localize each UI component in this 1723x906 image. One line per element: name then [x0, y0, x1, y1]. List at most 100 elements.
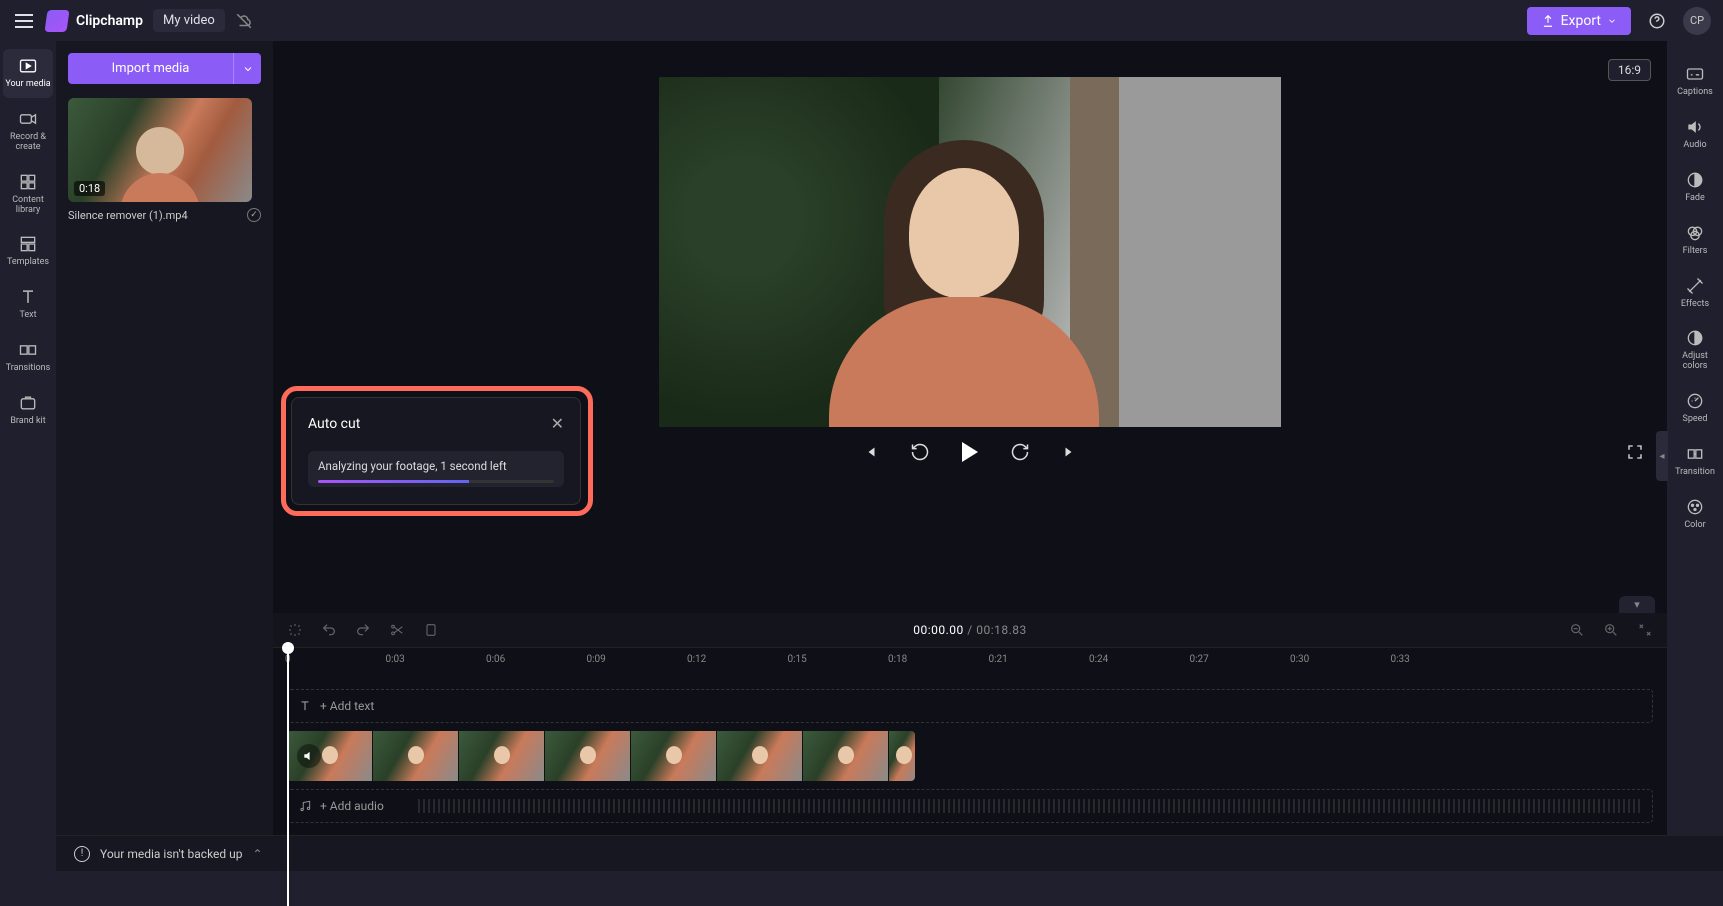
timeline-tools: ▾ 00:00.00 / 00:18.83: [273, 613, 1667, 647]
forward-button[interactable]: [1008, 440, 1032, 464]
split-button[interactable]: [387, 620, 407, 640]
clip-filename: Silence remover (1).mp4: [68, 209, 188, 222]
text-icon: [298, 699, 312, 713]
progress-status: Analyzing your footage, 1 second left: [318, 459, 554, 473]
zoom-in-button[interactable]: [1601, 620, 1621, 640]
skip-end-button[interactable]: [1058, 440, 1082, 464]
rail-captions[interactable]: Captions: [1669, 57, 1721, 106]
project-name[interactable]: My video: [153, 9, 225, 32]
menu-button[interactable]: [12, 9, 36, 33]
right-panel-expand[interactable]: ◂: [1656, 431, 1668, 481]
audio-track[interactable]: + Add audio: [287, 789, 1653, 823]
nav-templates[interactable]: Templates: [3, 227, 53, 276]
timeline-collapse-button[interactable]: ▾: [1619, 596, 1655, 613]
contrast-icon: [1684, 327, 1706, 349]
video-track-clip[interactable]: [287, 731, 915, 781]
zoom-fit-button[interactable]: [1635, 620, 1655, 640]
rail-adjust-colors[interactable]: Adjust colors: [1669, 321, 1721, 380]
rail-speed[interactable]: Speed: [1669, 384, 1721, 433]
captions-icon: [1684, 63, 1706, 85]
footer-expand-icon[interactable]: ⌃: [253, 847, 263, 861]
ruler-tick: 0:30: [1290, 654, 1309, 665]
left-nav-rail: Your media Record & create Content libra…: [0, 41, 56, 871]
clip-audio-icon[interactable]: [297, 744, 321, 768]
skip-start-button[interactable]: [858, 440, 882, 464]
media-clip-thumbnail[interactable]: 0:18: [68, 98, 252, 202]
templates-icon: [17, 233, 39, 255]
text-icon: [17, 286, 39, 308]
logo-icon: [44, 10, 69, 32]
ruler-tick: 0:21: [989, 654, 1008, 665]
text-track[interactable]: + Add text: [287, 689, 1653, 723]
zoom-out-button[interactable]: [1567, 620, 1587, 640]
rail-effects[interactable]: Effects: [1669, 269, 1721, 318]
rail-audio[interactable]: Audio: [1669, 110, 1721, 159]
nav-your-media[interactable]: Your media: [3, 49, 53, 98]
speaker-icon: [1684, 116, 1706, 138]
media-icon: [17, 55, 39, 77]
nav-text[interactable]: Text: [3, 280, 53, 329]
fullscreen-button[interactable]: [1623, 440, 1647, 464]
main-area: 16:9 Auto cut ✕ Analyzing your footage, …: [273, 41, 1667, 871]
play-button[interactable]: [958, 440, 982, 464]
nav-content-library[interactable]: Content library: [3, 165, 53, 224]
timeline-ruler[interactable]: 00:030:060:090:120:150:180:210:240:270:3…: [273, 647, 1667, 679]
undo-button[interactable]: [319, 620, 339, 640]
import-dropdown-button[interactable]: [233, 53, 261, 84]
backup-message: Your media isn't backed up: [100, 847, 243, 861]
user-avatar[interactable]: CP: [1683, 7, 1711, 35]
color-icon: [1684, 496, 1706, 518]
popup-close-button[interactable]: ✕: [551, 414, 564, 433]
auto-cut-popup: Auto cut ✕ Analyzing your footage, 1 sec…: [291, 397, 581, 505]
footer-bar: ! Your media isn't backed up ⌃: [56, 835, 1723, 871]
library-icon: [17, 171, 39, 193]
export-button[interactable]: Export: [1527, 7, 1631, 35]
fade-icon: [1684, 169, 1706, 191]
transition-icon: [1684, 443, 1706, 465]
music-icon: [298, 799, 312, 813]
help-button[interactable]: [1643, 7, 1671, 35]
rewind-button[interactable]: [908, 440, 932, 464]
rail-transition[interactable]: Transition: [1669, 437, 1721, 486]
ruler-tick: 0:33: [1391, 654, 1410, 665]
ruler-tick: 0:06: [486, 654, 505, 665]
app-logo[interactable]: Clipchamp: [46, 10, 143, 32]
popup-title: Auto cut: [308, 416, 360, 432]
topbar: Clipchamp My video Export CP: [0, 0, 1723, 41]
media-panel: Import media 0:18 Silence remover (1).mp…: [56, 41, 273, 871]
nav-transitions[interactable]: Transitions: [3, 333, 53, 382]
camera-icon: [17, 108, 39, 130]
video-preview[interactable]: [659, 77, 1281, 427]
filters-icon: [1684, 222, 1706, 244]
brand-kit-icon: [17, 392, 39, 414]
aspect-ratio-button[interactable]: 16:9: [1608, 59, 1651, 81]
clip-duration: 0:18: [74, 181, 105, 196]
rail-fade[interactable]: Fade: [1669, 163, 1721, 212]
transitions-icon: [17, 339, 39, 361]
crop-button[interactable]: [421, 620, 441, 640]
ruler-tick: 0:27: [1190, 654, 1209, 665]
ruler-tick: 0:09: [587, 654, 606, 665]
import-media-button[interactable]: Import media: [68, 53, 233, 84]
ruler-tick: 0:12: [687, 654, 706, 665]
redo-button[interactable]: [353, 620, 373, 640]
clip-status-icon: ✓: [247, 208, 261, 222]
timecode: 00:00.00 / 00:18.83: [913, 623, 1027, 637]
app-name: Clipchamp: [76, 13, 143, 29]
magic-tool[interactable]: [285, 620, 305, 640]
progress-box: Analyzing your footage, 1 second left: [308, 451, 564, 487]
cloud-sync-off-icon[interactable]: [235, 12, 253, 30]
warning-icon: !: [74, 846, 90, 862]
rail-color[interactable]: Color: [1669, 490, 1721, 539]
ruler-tick: 0:24: [1089, 654, 1108, 665]
ruler-tick: 0:15: [788, 654, 807, 665]
effects-icon: [1684, 275, 1706, 297]
ruler-tick: 0:03: [386, 654, 405, 665]
playhead[interactable]: [287, 646, 289, 906]
nav-brand-kit[interactable]: Brand kit: [3, 386, 53, 435]
ruler-tick: 0:18: [888, 654, 907, 665]
right-rail: Captions Audio Fade Filters Effects Adju…: [1667, 41, 1723, 871]
nav-record-create[interactable]: Record & create: [3, 102, 53, 161]
speed-icon: [1684, 390, 1706, 412]
rail-filters[interactable]: Filters: [1669, 216, 1721, 265]
